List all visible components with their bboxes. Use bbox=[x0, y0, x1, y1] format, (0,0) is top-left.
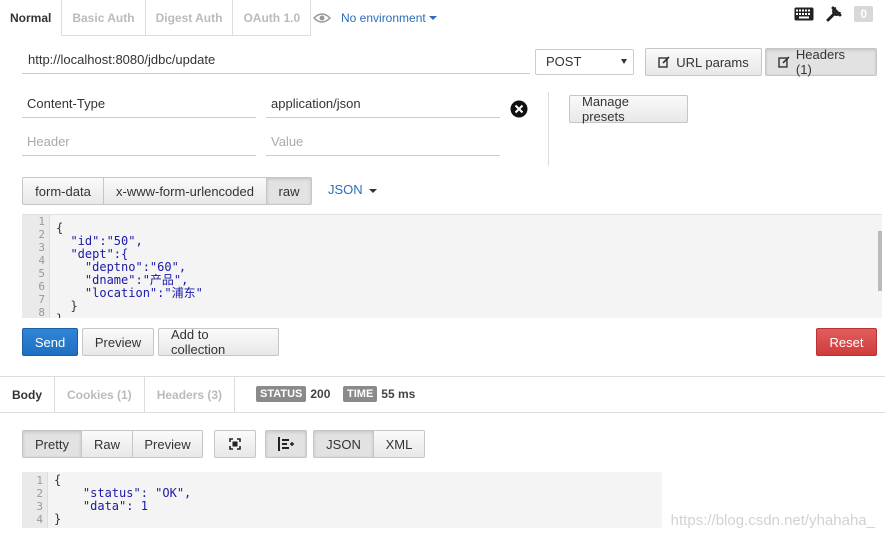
status-indicator: STATUS 200 bbox=[256, 385, 330, 403]
tab-body[interactable]: Body bbox=[0, 377, 55, 413]
edit-icon bbox=[658, 56, 670, 68]
top-right-tools: 0 bbox=[794, 6, 873, 22]
code-line: } bbox=[56, 313, 203, 319]
header-key-input[interactable]: Content-Type bbox=[22, 90, 256, 118]
line-number: 6 bbox=[38, 280, 45, 293]
response-body-viewer[interactable]: 1 2 3 4 { "status": "OK", "data": 1 } bbox=[22, 472, 662, 528]
headers-button[interactable]: Headers (1) bbox=[765, 47, 877, 77]
new-header-value-input[interactable]: Value bbox=[266, 128, 500, 156]
format-xml[interactable]: XML bbox=[373, 430, 425, 458]
body-type-urlencoded[interactable]: x-www-form-urlencoded bbox=[103, 177, 267, 205]
manage-presets-button[interactable]: Manage presets bbox=[569, 94, 688, 124]
time-value: 55 ms bbox=[381, 387, 416, 401]
headers-label: Headers (1) bbox=[795, 47, 846, 77]
format-json[interactable]: JSON bbox=[313, 430, 374, 458]
align-left-icon bbox=[278, 437, 294, 451]
reset-button[interactable]: Reset bbox=[816, 328, 877, 356]
code-line: "location":"浦东" bbox=[56, 286, 203, 300]
watermark: https://blog.csdn.net/yhahaha_ bbox=[670, 512, 875, 529]
url-params-button[interactable]: URL params bbox=[645, 48, 762, 76]
line-number: 3 bbox=[36, 500, 43, 513]
fullscreen-button[interactable] bbox=[214, 430, 256, 458]
header-value-input[interactable]: application/json bbox=[266, 90, 500, 118]
auth-tabs: Normal Basic Auth Digest Auth OAuth 1.0 bbox=[0, 0, 312, 36]
line-number: 1 bbox=[36, 474, 43, 487]
preview-button[interactable]: Preview bbox=[82, 328, 154, 356]
tab-basic-auth[interactable]: Basic Auth bbox=[62, 0, 146, 36]
remove-header-icon[interactable] bbox=[510, 100, 528, 118]
body-type-raw[interactable]: raw bbox=[266, 177, 312, 205]
view-raw[interactable]: Raw bbox=[81, 430, 133, 458]
editor-scrollbar[interactable] bbox=[878, 231, 882, 291]
line-number: 7 bbox=[38, 293, 45, 306]
url-input[interactable]: http://localhost:8080/jdbc/update bbox=[22, 46, 530, 74]
line-number: 8 bbox=[38, 306, 45, 318]
environment-selector[interactable]: No environment bbox=[313, 0, 437, 36]
fullscreen-icon bbox=[229, 438, 241, 450]
line-gutter: 1 2 3 4 5 6 7 8 bbox=[22, 215, 50, 318]
raw-type-select[interactable]: JSON bbox=[328, 176, 378, 204]
add-to-collection-button[interactable]: Add to collection bbox=[158, 327, 279, 357]
view-mode-group: Pretty Raw Preview bbox=[22, 430, 203, 458]
edit-icon bbox=[778, 56, 790, 68]
status-value: 200 bbox=[310, 387, 331, 401]
environment-label[interactable]: No environment bbox=[341, 11, 426, 25]
new-header-key-input[interactable]: Header bbox=[22, 128, 256, 156]
tab-oauth[interactable]: OAuth 1.0 bbox=[233, 0, 312, 36]
tab-normal[interactable]: Normal bbox=[0, 0, 63, 36]
status-label: STATUS bbox=[256, 386, 307, 402]
format-group: JSON XML bbox=[313, 430, 425, 458]
view-pretty[interactable]: Pretty bbox=[22, 430, 82, 458]
code-line: } bbox=[56, 299, 78, 313]
line-number: 1 bbox=[38, 215, 45, 228]
line-number: 4 bbox=[36, 513, 43, 526]
send-button[interactable]: Send bbox=[22, 328, 78, 356]
method-value: POST bbox=[546, 54, 582, 69]
dropdown-arrow-icon bbox=[621, 59, 627, 64]
code-lines: { "id":"50", "dept":{ "deptno":"60", "dn… bbox=[56, 222, 203, 319]
line-number: 4 bbox=[38, 254, 45, 267]
wrench-icon[interactable] bbox=[826, 6, 842, 22]
body-type-group: form-data x-www-form-urlencoded raw bbox=[22, 177, 312, 205]
wrap-button[interactable] bbox=[265, 430, 307, 458]
tab-response-headers[interactable]: Headers (3) bbox=[145, 377, 236, 413]
url-params-label: URL params bbox=[676, 54, 749, 70]
section-divider bbox=[0, 412, 885, 413]
keyboard-icon[interactable] bbox=[794, 7, 814, 21]
method-select[interactable]: POST bbox=[535, 49, 634, 75]
response-tabs: Body Cookies (1) Headers (3) bbox=[0, 377, 236, 413]
body-type-form-data[interactable]: form-data bbox=[22, 177, 104, 205]
line-number: 3 bbox=[38, 241, 45, 254]
raw-type-label: JSON bbox=[328, 182, 363, 197]
chevron-down-icon bbox=[369, 188, 378, 193]
line-number: 2 bbox=[36, 487, 43, 500]
line-number: 5 bbox=[38, 267, 45, 280]
view-preview[interactable]: Preview bbox=[132, 430, 203, 458]
line-gutter: 1 2 3 4 bbox=[22, 472, 48, 528]
chevron-down-icon bbox=[428, 16, 437, 20]
line-number: 2 bbox=[38, 228, 45, 241]
response-line: } bbox=[54, 512, 62, 526]
time-indicator: TIME 55 ms bbox=[343, 385, 415, 403]
tab-cookies[interactable]: Cookies (1) bbox=[55, 377, 145, 413]
time-label: TIME bbox=[343, 386, 378, 402]
count-badge: 0 bbox=[854, 6, 873, 22]
response-line: "data": 1 bbox=[54, 499, 148, 513]
eye-icon[interactable] bbox=[313, 12, 331, 24]
response-lines: { "status": "OK", "data": 1 } bbox=[54, 474, 191, 526]
tab-digest-auth[interactable]: Digest Auth bbox=[145, 0, 234, 36]
request-body-editor[interactable]: 1 2 3 4 5 6 7 8 { "id":"50", "dept":{ "d… bbox=[22, 214, 882, 318]
divider bbox=[548, 92, 549, 166]
